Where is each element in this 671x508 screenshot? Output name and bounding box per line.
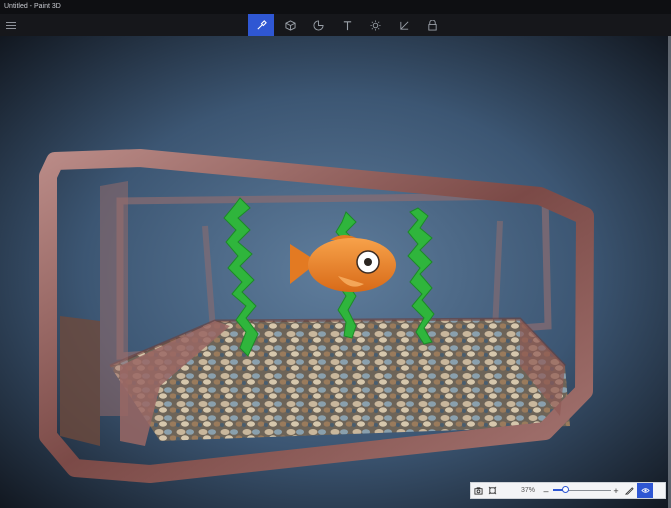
tool-stickers[interactable] — [305, 14, 331, 36]
eye-3d-icon — [640, 488, 650, 493]
top-toolbar — [0, 14, 671, 37]
zoom-in-button[interactable]: + — [611, 486, 621, 496]
crop-icon — [399, 21, 408, 30]
title-bar: Untitled - Paint 3D — [0, 0, 671, 14]
canvas-3d-scene[interactable] — [0, 36, 671, 508]
3d-view-toggle[interactable] — [637, 483, 653, 498]
text-icon — [343, 20, 351, 30]
fit-to-screen-button[interactable] — [485, 483, 499, 498]
tool-effects[interactable] — [362, 14, 388, 36]
tool-3d-shapes[interactable] — [277, 14, 303, 36]
zoom-percentage: 37% — [520, 487, 535, 494]
zoom-slider[interactable] — [553, 483, 611, 498]
sticker-icon — [312, 19, 324, 31]
screenshot-button[interactable] — [471, 483, 485, 498]
window-title: Untitled - Paint 3D — [4, 3, 61, 10]
sun-icon — [369, 19, 381, 31]
tool-brushes[interactable] — [248, 14, 274, 36]
tool-3d-library[interactable] — [419, 14, 445, 36]
fish-pupil — [364, 258, 372, 266]
brush-view-button[interactable] — [621, 483, 637, 498]
cube-icon — [284, 19, 296, 31]
tool-canvas[interactable] — [391, 14, 417, 36]
pen-icon — [624, 487, 634, 495]
hamburger-icon — [6, 22, 16, 23]
zoom-out-button[interactable]: – — [541, 486, 551, 496]
library-icon — [427, 19, 437, 31]
view-control-bar: 37% – + — [470, 482, 666, 499]
slider-thumb[interactable] — [561, 486, 569, 493]
menu-button[interactable] — [6, 20, 16, 30]
camera-icon — [473, 487, 483, 495]
fit-screen-icon — [488, 486, 496, 495]
tool-text[interactable] — [334, 14, 360, 36]
brush-icon — [256, 19, 267, 30]
